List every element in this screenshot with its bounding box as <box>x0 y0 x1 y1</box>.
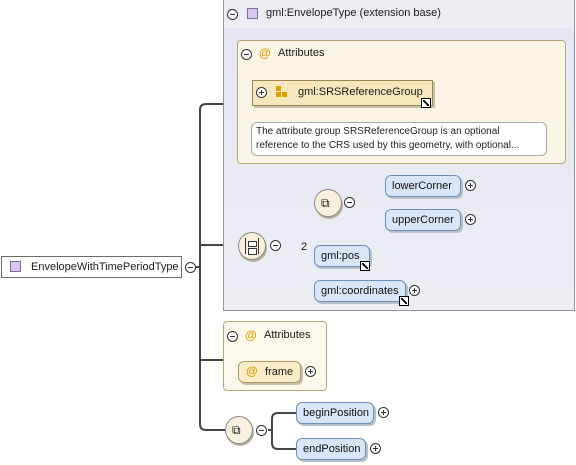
attributes-collapse-icon[interactable] <box>241 49 252 60</box>
collapse-icon[interactable] <box>344 197 355 208</box>
root-collapse-icon[interactable] <box>185 262 196 273</box>
element-endposition[interactable]: endPosition <box>296 438 366 460</box>
element-beginposition[interactable]: beginPosition <box>296 402 374 424</box>
extension-title: gml:EnvelopeType (extension base) <box>266 7 441 19</box>
link-icon[interactable] <box>399 296 409 306</box>
root-type-label: EnvelopeWithTimePeriodType <box>31 261 179 273</box>
multiplicity-label: 2 <box>301 241 308 253</box>
element-gml-coordinates[interactable]: gml:coordinates <box>314 280 406 302</box>
expand-icon[interactable] <box>465 214 476 225</box>
sequence-icon-glyph: ⧉ <box>232 423 241 437</box>
attribute-group-icon-part2 <box>276 92 281 97</box>
collapse-icon[interactable] <box>256 425 267 436</box>
extension-collapse-icon[interactable] <box>227 9 238 20</box>
expand-icon[interactable] <box>378 407 389 418</box>
expand-icon[interactable] <box>370 443 381 454</box>
element-lowercorner[interactable]: lowerCorner <box>385 175 461 197</box>
choice-icon-glyph: ⧉ <box>321 196 330 210</box>
attribute-frame-label: frame <box>265 366 294 378</box>
attributes-title: Attributes <box>278 47 325 59</box>
expand-icon[interactable] <box>465 180 476 191</box>
link-icon[interactable] <box>421 98 431 108</box>
attribute-group-label: gml:SRSReferenceGroup <box>298 86 423 98</box>
link-icon[interactable] <box>360 261 370 271</box>
attributes-collapse-icon[interactable] <box>227 331 238 342</box>
attribute-icon: @ <box>245 328 257 342</box>
sequence-icon-glyph-top <box>248 241 257 247</box>
collapse-icon[interactable] <box>270 240 281 251</box>
expand-icon[interactable] <box>409 285 420 296</box>
complex-type-icon <box>10 261 21 272</box>
attribute-group-icon <box>276 86 281 91</box>
attribute-group-icon-part <box>282 92 287 97</box>
documentation-tooltip: The attribute group SRSReferenceGroup is… <box>251 122 547 156</box>
sequence-icon-glyph-bottom <box>248 248 257 255</box>
complex-type-icon <box>247 8 258 19</box>
expand-icon[interactable] <box>305 366 316 377</box>
attributes-title: Attributes <box>264 329 311 341</box>
attribute-icon: @ <box>259 46 271 60</box>
expand-icon[interactable] <box>256 87 267 98</box>
element-uppercorner[interactable]: upperCorner <box>385 209 461 231</box>
attribute-icon: @ <box>246 364 258 378</box>
